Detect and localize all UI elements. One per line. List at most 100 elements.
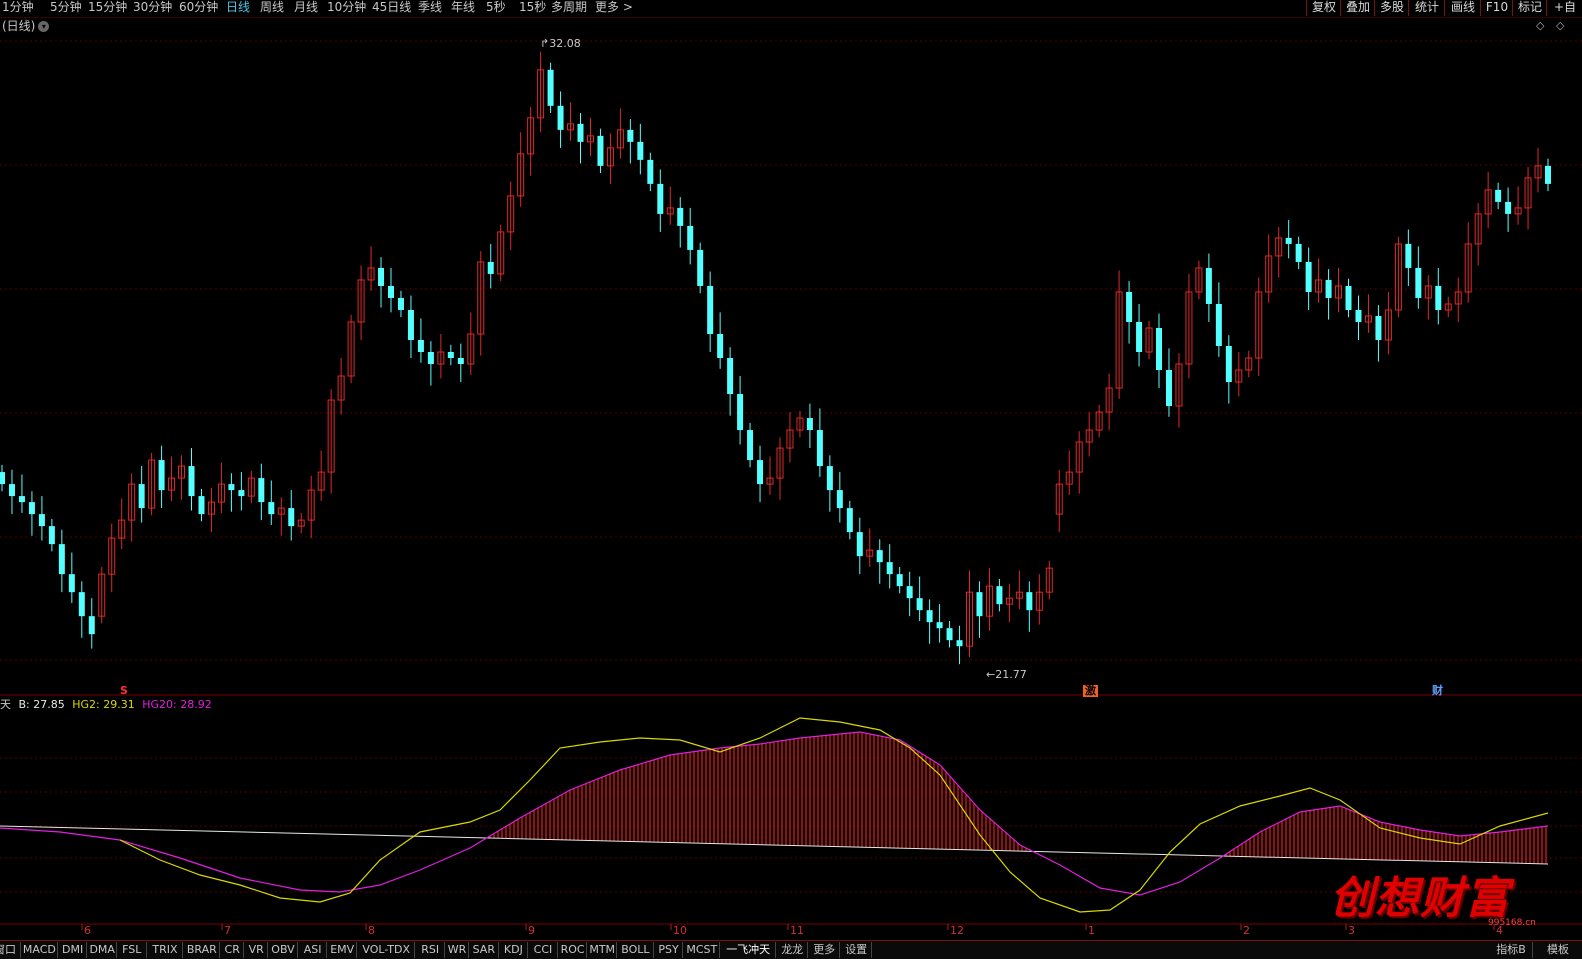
- candle-body-down: [288, 508, 295, 527]
- indicator-tab-6[interactable]: BRAR: [184, 942, 221, 958]
- candle-body-down: [1345, 285, 1352, 310]
- indicator-tab-13[interactable]: RSI: [416, 942, 445, 958]
- candle-body-down: [657, 183, 664, 214]
- ji-marker[interactable]: 激: [1083, 685, 1098, 697]
- candle-body-down: [198, 496, 205, 515]
- indicator-tab-21[interactable]: PSY: [655, 942, 684, 958]
- candle-body-down: [397, 297, 404, 310]
- indicator-tab-14[interactable]: WR: [446, 942, 469, 958]
- candle-body-down: [557, 105, 564, 130]
- candle-body-down: [1215, 303, 1222, 346]
- indicator-tab-17[interactable]: CCI: [529, 942, 558, 958]
- time-axis-label: 7: [224, 924, 231, 937]
- time-axis-label: 11: [790, 924, 804, 937]
- candle-body-down: [88, 616, 95, 635]
- indicator-tab-0[interactable]: 窗口: [0, 942, 21, 958]
- indicator-tab-22[interactable]: MCST: [684, 942, 721, 958]
- indicator-tab-2[interactable]: DMI: [59, 942, 88, 958]
- indicator-tab-15[interactable]: SAR: [470, 942, 499, 958]
- indicator-tab-12[interactable]: VOL-TDX: [358, 942, 416, 958]
- indicator-tab-4[interactable]: FSL: [118, 942, 147, 958]
- candle-body-down: [457, 358, 464, 365]
- candle-body-down: [268, 502, 275, 515]
- indicator-tab-16[interactable]: KDJ: [500, 942, 529, 958]
- indicator-tab-9[interactable]: OBV: [269, 942, 298, 958]
- indicator-tab-18[interactable]: ROC: [559, 942, 588, 958]
- candle-body-down: [1026, 592, 1033, 611]
- candle-body-down: [1126, 291, 1133, 322]
- indicator-tab-25[interactable]: 更多: [809, 942, 841, 958]
- candle-body-down: [956, 640, 963, 647]
- high-price-label: ↱32.08: [540, 37, 581, 50]
- bottom-right-button-1[interactable]: 模板: [1534, 942, 1582, 958]
- candle-body-down: [1435, 285, 1442, 310]
- candle-body-down: [1305, 261, 1312, 292]
- candle-body-down: [896, 574, 903, 587]
- candle-body-down: [627, 129, 634, 142]
- indicator-tab-20[interactable]: BOLL: [618, 942, 654, 958]
- candle-body-down: [407, 309, 414, 340]
- candle-body-down: [677, 207, 684, 226]
- candle-body-down: [1225, 345, 1232, 383]
- s-marker[interactable]: S: [120, 685, 128, 697]
- main-panel-title[interactable]: (日线) ▾: [2, 19, 50, 34]
- candle-body-down: [387, 285, 394, 298]
- candle-body-down: [1165, 370, 1172, 407]
- watermark-text: 创想财富: [1330, 873, 1510, 924]
- bottom-right-button-0[interactable]: 指标B: [1490, 942, 1533, 958]
- candle-body-down: [188, 466, 195, 497]
- candle-body-down: [18, 496, 25, 503]
- chevron-down-icon[interactable]: ▾: [38, 21, 50, 32]
- indicator-tab-3[interactable]: DMA: [88, 942, 117, 958]
- candle-body-down: [1405, 243, 1412, 268]
- indicator-tab-5[interactable]: TRIX: [148, 942, 184, 958]
- hg2-value: HG2: 29.31: [72, 698, 135, 711]
- candle-body-down: [1156, 327, 1163, 371]
- candle-body-down: [0, 472, 5, 485]
- candle-body-down: [78, 592, 85, 617]
- candle-body-down: [1495, 189, 1502, 202]
- candle-body-down: [238, 490, 245, 497]
- time-axis-label: 2: [1243, 924, 1250, 937]
- time-axis-label: 6: [84, 924, 91, 937]
- indicator-tab-23[interactable]: 一飞冲天: [721, 942, 777, 958]
- candle-body-down: [58, 544, 65, 575]
- indicator-tab-24[interactable]: 龙龙: [777, 942, 809, 958]
- candle-body-down: [816, 430, 823, 467]
- time-axis-label: 8: [368, 924, 375, 937]
- watermark-logo: 创想财富: [1330, 862, 1510, 926]
- time-axis-label: 9: [528, 924, 535, 937]
- candle-body-down: [597, 135, 604, 166]
- indicator-tab-7[interactable]: CR: [221, 942, 245, 958]
- time-axis-label: 1: [1088, 924, 1095, 937]
- candle-body-down: [427, 352, 434, 365]
- indicator-tab-11[interactable]: EMV: [328, 942, 357, 958]
- chart-canvas[interactable]: [0, 0, 1582, 940]
- cai-marker[interactable]: 财: [1432, 685, 1443, 697]
- candle-body-down: [637, 141, 644, 160]
- candle-body-down: [826, 466, 833, 491]
- candle-body-down: [1325, 279, 1332, 298]
- diamond-icon-2[interactable]: ◇: [1556, 19, 1564, 32]
- low-price-label: ←21.77: [986, 668, 1027, 681]
- indicator-tab-10[interactable]: ASI: [299, 942, 328, 958]
- candle-body-down: [228, 484, 235, 491]
- indicator-tab-1[interactable]: MACD: [22, 942, 58, 958]
- candle-body-down: [1355, 309, 1362, 322]
- indicator-tab-26[interactable]: 设置: [841, 942, 873, 958]
- candle-body-down: [717, 333, 724, 359]
- candle-body-down: [487, 261, 494, 274]
- candle-body-down: [936, 622, 943, 629]
- candle-body-down: [926, 610, 933, 623]
- indicator-tab-bar: 窗口MACDDMIDMAFSLTRIXBRARCRVROBVASIEMVVOL-…: [0, 940, 1582, 959]
- diamond-icon[interactable]: ◇: [1536, 19, 1544, 32]
- candle-body-down: [747, 430, 754, 461]
- candle-body-down: [1285, 237, 1292, 244]
- indicator-tab-19[interactable]: MTM: [588, 942, 617, 958]
- indicator-tab-8[interactable]: VR: [245, 942, 269, 958]
- candle-body-down: [447, 352, 454, 359]
- candle-body-down: [1205, 267, 1212, 304]
- candle-body-down: [697, 249, 704, 286]
- candle-body-down: [707, 285, 714, 334]
- panel-period-label: (日线): [2, 19, 36, 33]
